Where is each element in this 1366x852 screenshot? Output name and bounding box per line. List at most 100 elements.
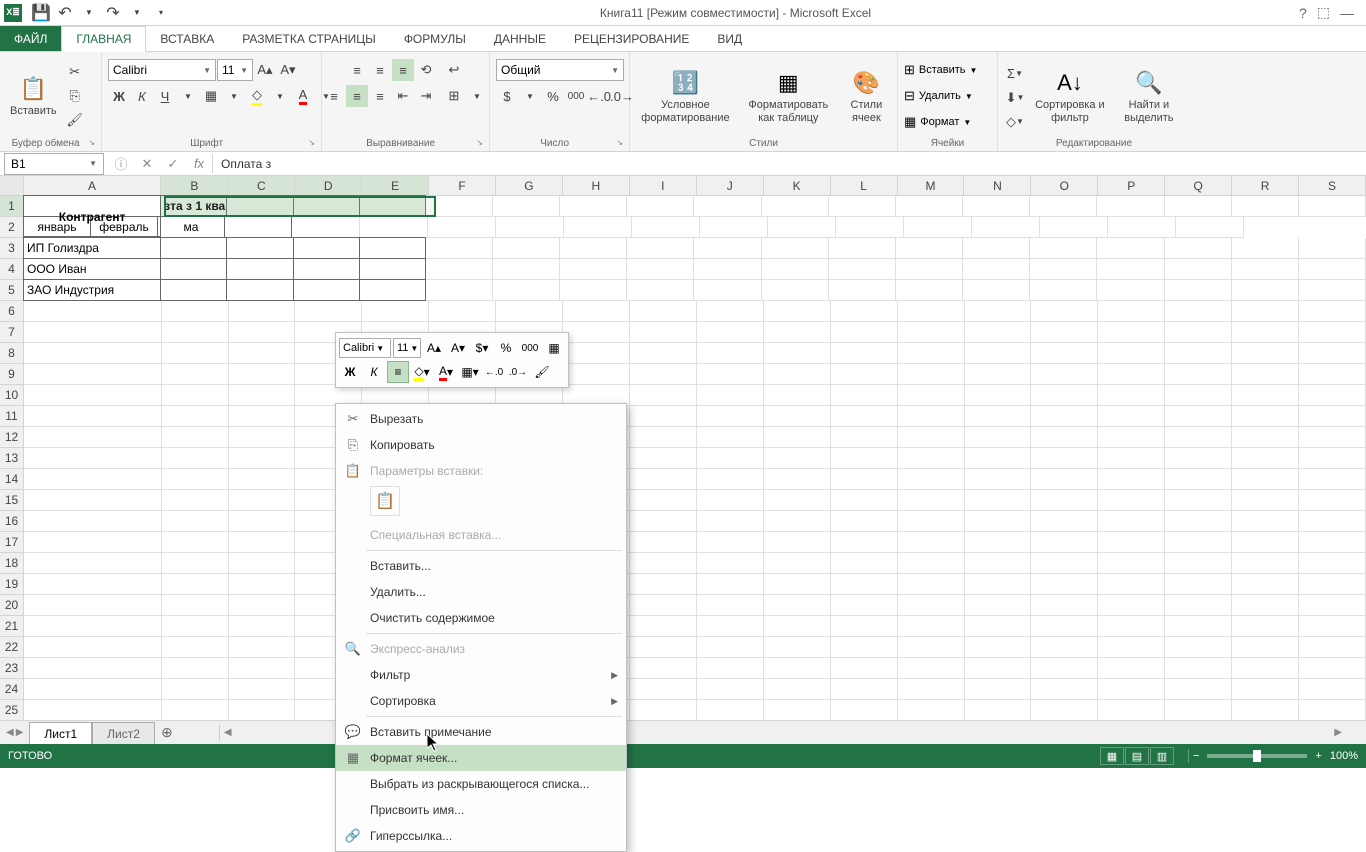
cell[interactable] — [630, 427, 697, 448]
cell[interactable] — [1232, 637, 1299, 658]
sheet-nav-prev-icon[interactable]: ▶ — [16, 727, 24, 738]
cell[interactable] — [630, 322, 697, 343]
cell[interactable] — [697, 658, 764, 679]
cell[interactable] — [293, 258, 360, 280]
cell[interactable] — [1232, 700, 1299, 720]
context-menu-item[interactable]: Вставить... — [336, 553, 626, 579]
cell[interactable] — [162, 343, 229, 364]
cell[interactable] — [831, 448, 898, 469]
cell[interactable] — [1098, 322, 1165, 343]
cell[interactable] — [1098, 343, 1165, 364]
cell[interactable] — [162, 532, 229, 553]
mini-align-center-icon[interactable]: ≡ — [387, 361, 409, 383]
cell[interactable] — [24, 364, 162, 385]
cell[interactable] — [697, 406, 764, 427]
row-header[interactable]: 6 — [0, 301, 23, 322]
cell[interactable] — [359, 237, 426, 259]
cell[interactable] — [1098, 658, 1165, 679]
cell[interactable] — [1299, 532, 1366, 553]
cell[interactable] — [1098, 511, 1165, 532]
cell[interactable] — [1299, 280, 1366, 301]
cell[interactable] — [1232, 238, 1299, 259]
cells-format-button[interactable]: ▦Формат▼ — [904, 109, 971, 135]
undo-icon[interactable]: ↶ — [54, 2, 76, 24]
cell[interactable] — [162, 427, 229, 448]
cell[interactable] — [162, 679, 229, 700]
align-right-icon[interactable]: ≡ — [369, 85, 391, 107]
cell[interactable] — [24, 406, 162, 427]
cell[interactable] — [1299, 658, 1366, 679]
cell[interactable] — [1031, 406, 1098, 427]
cell[interactable] — [226, 258, 293, 280]
cell[interactable] — [563, 364, 630, 385]
increase-font-icon[interactable]: A▴ — [254, 59, 276, 81]
cell[interactable] — [831, 301, 898, 322]
cell[interactable] — [1232, 196, 1299, 217]
cell[interactable] — [224, 216, 292, 238]
cell[interactable] — [831, 469, 898, 490]
cell[interactable] — [1232, 448, 1299, 469]
cell[interactable] — [1030, 259, 1097, 280]
cell[interactable] — [229, 700, 296, 720]
context-menu-item[interactable]: Присвоить имя... — [336, 797, 626, 823]
cell[interactable] — [1031, 469, 1098, 490]
cell[interactable] — [697, 322, 764, 343]
cell[interactable] — [896, 259, 963, 280]
cell[interactable] — [762, 238, 829, 259]
cell[interactable] — [764, 595, 831, 616]
tab-data[interactable]: ДАННЫЕ — [480, 26, 560, 51]
cell[interactable] — [229, 448, 296, 469]
cell[interactable] — [965, 448, 1032, 469]
cell[interactable] — [898, 700, 965, 720]
col-header[interactable]: F — [429, 176, 496, 195]
cell[interactable] — [829, 259, 896, 280]
cell[interactable] — [293, 237, 360, 259]
cell[interactable] — [229, 490, 296, 511]
mini-increase-font-icon[interactable]: A▴ — [423, 337, 445, 359]
cell[interactable] — [24, 427, 162, 448]
borders-icon[interactable]: ▦ — [200, 85, 222, 107]
cell[interactable] — [229, 322, 296, 343]
cell[interactable] — [829, 280, 896, 301]
cell[interactable] — [1232, 553, 1299, 574]
cell[interactable] — [965, 574, 1032, 595]
cell[interactable] — [1165, 658, 1232, 679]
mini-fill-color-icon[interactable]: ◇▾ — [411, 361, 433, 383]
cell[interactable] — [162, 469, 229, 490]
cell[interactable] — [1299, 196, 1366, 217]
cell[interactable] — [1165, 700, 1232, 720]
sheet-nav-first-icon[interactable]: ◀ — [6, 727, 14, 738]
tab-page-layout[interactable]: РАЗМЕТКА СТРАНИЦЫ — [228, 26, 390, 51]
mini-size-combo[interactable]: 11▼ — [393, 338, 421, 358]
number-format-combo[interactable]: Общий▼ — [496, 59, 624, 81]
cell[interactable] — [1165, 385, 1232, 406]
cell[interactable] — [630, 637, 697, 658]
font-size-combo[interactable]: 11▼ — [217, 59, 253, 81]
fill-color-icon[interactable]: ◇ — [246, 85, 268, 107]
row-header[interactable]: 25 — [0, 700, 23, 720]
cell[interactable] — [762, 196, 829, 217]
cell[interactable] — [1031, 616, 1098, 637]
qat-customize-icon[interactable]: ▾ — [150, 2, 172, 24]
cell[interactable] — [560, 280, 627, 301]
mini-font-combo[interactable]: Calibri▼ — [339, 338, 391, 358]
cell[interactable] — [1299, 238, 1366, 259]
cell[interactable] — [898, 637, 965, 658]
cell[interactable] — [24, 511, 162, 532]
cell[interactable] — [1097, 238, 1164, 259]
align-middle-icon[interactable]: ≡ — [369, 59, 391, 81]
orientation-icon[interactable]: ⟲ — [415, 59, 437, 81]
percent-format-icon[interactable]: % — [542, 85, 564, 107]
cell[interactable] — [160, 237, 227, 259]
cell[interactable] — [627, 259, 694, 280]
cell[interactable] — [1031, 322, 1098, 343]
cell[interactable] — [694, 259, 761, 280]
row-header[interactable]: 22 — [0, 637, 23, 658]
cell[interactable] — [898, 385, 965, 406]
cell[interactable] — [1031, 448, 1098, 469]
number-launcher-icon[interactable]: ↘ — [616, 138, 623, 147]
align-bottom-icon[interactable]: ≡ — [392, 59, 414, 81]
cell[interactable] — [831, 679, 898, 700]
cell[interactable] — [1299, 553, 1366, 574]
find-select-button[interactable]: 🔍 Найти и выделить — [1114, 65, 1184, 125]
